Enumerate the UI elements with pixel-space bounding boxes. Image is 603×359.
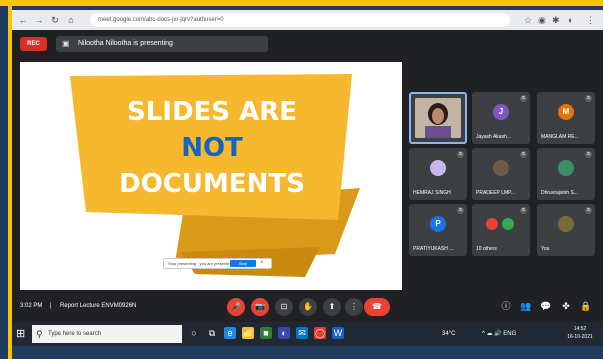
participant-name: MANGLAM RE... [541, 134, 579, 140]
puzzle-icon[interactable]: ✱ [552, 14, 560, 26]
edge-icon[interactable]: e [224, 327, 236, 339]
host-controls-icon[interactable]: 🔒 [580, 300, 592, 312]
bookmark-star-icon[interactable]: ☆ [524, 14, 532, 26]
clock-date: 16-10-2021 [567, 334, 593, 340]
stop-presenting-text: Stop presenting · you are presenting [168, 261, 233, 266]
task-view-icon[interactable]: ⧉ [206, 327, 218, 339]
mic-off-icon: ⦸ [585, 207, 592, 214]
reload-icon[interactable]: ↻ [50, 14, 60, 26]
presenting-text: Nilootha Nilootha is presenting [78, 40, 173, 47]
meeting-controls-bar: 3:02 PM | Report Lecture ENVM0926N 🎤 📷 ⊡… [12, 292, 603, 322]
self-name: You [541, 246, 550, 252]
participant-tile[interactable]: ⦸ Dhruvrajsinh S... [537, 148, 595, 200]
chrome-icon[interactable]: ◯ [314, 327, 326, 339]
mic-off-icon: ⦸ [585, 151, 592, 158]
taskbar-search[interactable]: ⚲ Type here to search [32, 325, 182, 343]
mic-off-icon: ⦸ [457, 151, 464, 158]
extension-icon[interactable]: ◉ [538, 14, 546, 26]
yellow-border-top [0, 0, 603, 6]
clock-time: 14:52 [573, 326, 587, 332]
mic-off-icon: ⦸ [520, 151, 527, 158]
search-icon: ⚲ [36, 329, 43, 339]
app-icon[interactable]: ◐ [278, 327, 290, 339]
participant-avatar [558, 160, 574, 176]
participant-name: PRADEEP LMP... [476, 190, 515, 196]
participant-tile[interactable]: ⦸ J Jayash Akash... [472, 92, 530, 144]
participant-avatar: J [493, 104, 509, 120]
self-avatar [558, 216, 574, 232]
start-icon[interactable]: ⊞ [16, 328, 25, 340]
slide-line-1: SLIDES ARE [127, 97, 297, 127]
slide-line-3: DOCUMENTS [119, 169, 305, 199]
participant-tile[interactable]: ⦸ HEMRAJ SINGH [409, 148, 467, 200]
cortana-icon[interactable]: ○ [188, 327, 200, 339]
self-tile[interactable]: ⦸ You [537, 204, 595, 256]
participant-photo [415, 98, 461, 138]
participant-name: HEMRAJ SINGH [413, 190, 451, 196]
mic-off-icon: ⦸ [520, 207, 527, 214]
present-now-button[interactable]: ⬆ [323, 298, 341, 316]
present-screen-icon: ▣ [62, 39, 70, 48]
presenting-banner: ▣ Nilootha Nilootha is presenting [56, 36, 268, 52]
forward-icon[interactable]: → [34, 14, 44, 26]
windows-taskbar: ⊞ ⚲ Type here to search ○ ⧉ e 📁 ■ ◐ ✉ ◯ … [12, 322, 603, 346]
mic-off-icon: ⦸ [457, 207, 464, 214]
meeting-name: Report Lecture ENVM0926N [60, 303, 137, 309]
participant-tile-presenter[interactable] [409, 92, 467, 144]
woman-avatar-icon [415, 98, 461, 138]
taskbar-clock[interactable]: 14:52 16-10-2021 [565, 325, 595, 341]
search-placeholder: Type here to search [48, 331, 102, 337]
participant-avatar [493, 160, 509, 176]
hide-bar-icon[interactable]: × [260, 259, 264, 268]
file-explorer-icon[interactable]: 📁 [242, 327, 254, 339]
mic-off-icon: ⦸ [585, 95, 592, 102]
mic-off-icon: ⦸ [520, 95, 527, 102]
slide-line-2: NOT [181, 133, 243, 163]
bottom-border [12, 346, 603, 359]
system-tray-icons[interactable]: ^ ☁ 🔊 ENG [482, 329, 516, 339]
recording-badge: REC [20, 37, 47, 51]
browser-toolbar: ← → ↻ ⌂ meet.google.com/abc-docs-jxr-jqr… [12, 10, 603, 30]
back-icon[interactable]: ← [18, 14, 28, 26]
shared-slide: SLIDES ARE NOT DOCUMENTS Stop presenting… [20, 62, 402, 290]
participant-name: Jayash Akash... [476, 134, 512, 140]
others-count: 10 others [476, 246, 497, 252]
participant-tile[interactable]: ⦸ PRADEEP LMP... [472, 148, 530, 200]
mail-icon[interactable]: ✉ [296, 327, 308, 339]
other-avatar [486, 218, 498, 230]
participant-name: PRATIYUKASH ... [413, 246, 454, 252]
people-icon[interactable]: 👥 [520, 300, 532, 312]
leave-call-button[interactable]: ☎ [364, 298, 390, 316]
participant-avatar: M [558, 104, 574, 120]
participant-name: Dhruvrajsinh S... [541, 190, 578, 196]
more-options-button[interactable]: ⋮ [345, 298, 363, 316]
address-bar[interactable]: meet.google.com/abc-docs-jxr-jqrv?authus… [90, 13, 510, 27]
weather-text[interactable]: 34°C [442, 329, 455, 339]
raise-hand-button[interactable]: ✋ [299, 298, 317, 316]
participant-avatar [430, 160, 446, 176]
participant-tile[interactable]: ⦸ P PRATIYUKASH ... [409, 204, 467, 256]
other-avatar [502, 218, 514, 230]
store-icon[interactable]: ■ [260, 327, 272, 339]
time-separator: | [50, 303, 52, 309]
camera-toggle-button[interactable]: 📷 [251, 298, 269, 316]
browser-menu-icon[interactable]: ⋮ [586, 14, 595, 26]
meet-window: REC ▣ Nilootha Nilootha is presenting SL… [12, 30, 603, 322]
others-tile[interactable]: ⦸ 10 others [472, 204, 530, 256]
captions-button[interactable]: ⊡ [275, 298, 293, 316]
participant-avatar: P [430, 216, 446, 232]
meeting-time: 3:02 PM [20, 303, 43, 309]
home-icon[interactable]: ⌂ [66, 14, 76, 26]
profile-icon[interactable]: ◐ [568, 14, 573, 26]
participant-tile[interactable]: ⦸ M MANGLAM RE... [537, 92, 595, 144]
mic-toggle-button[interactable]: 🎤 [227, 298, 245, 316]
meeting-details-icon[interactable]: ⓘ [500, 300, 512, 312]
stop-presenting-bar: Stop presenting · you are presenting Sto… [163, 258, 272, 269]
stop-presenting-button[interactable]: Stop [230, 260, 256, 267]
slide-graphic: SLIDES ARE NOT DOCUMENTS [70, 74, 360, 277]
word-icon[interactable]: W [332, 327, 344, 339]
activities-icon[interactable]: ✤ [560, 300, 572, 312]
chat-icon[interactable]: 💬 [540, 300, 552, 312]
